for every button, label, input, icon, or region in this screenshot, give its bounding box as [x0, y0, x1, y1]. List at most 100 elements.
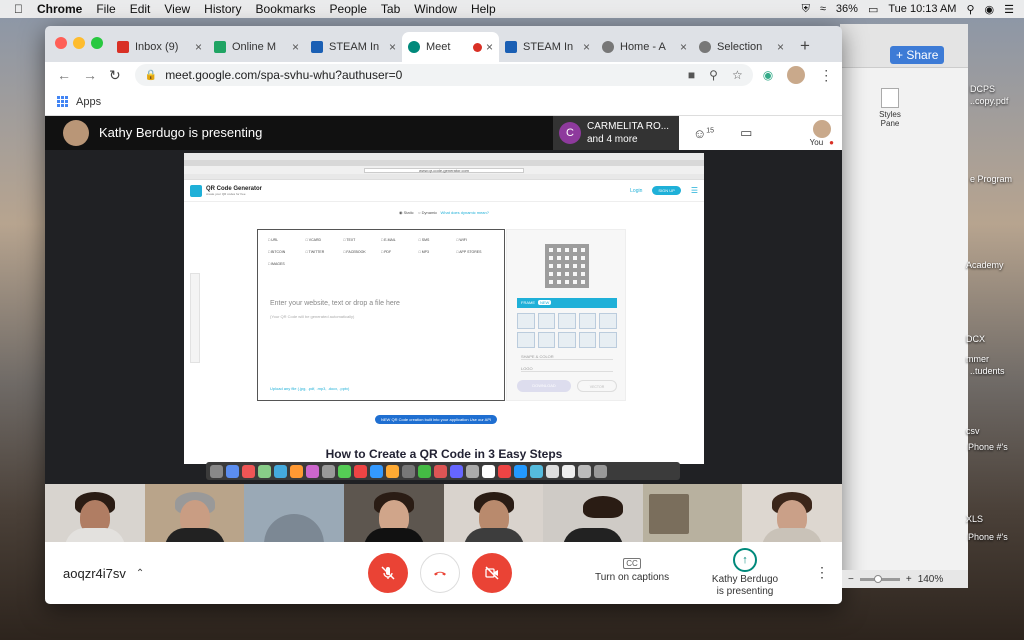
desktop-file-label[interactable]: e Program	[970, 174, 1012, 184]
menu-chrome[interactable]: Chrome	[37, 2, 82, 16]
qr-download-button: DOWNLOAD	[517, 380, 571, 392]
self-view[interactable]: You ●	[810, 119, 834, 147]
meeting-code[interactable]: aoqzr4i7sv	[63, 566, 126, 581]
tab-inbox[interactable]: Inbox (9) ×	[111, 32, 208, 62]
dock-app-icon	[242, 464, 255, 478]
desktop-file-label[interactable]: Academy	[966, 260, 1004, 270]
menu-people[interactable]: People	[330, 2, 367, 16]
menu-help[interactable]: Help	[471, 2, 496, 16]
participant-thumbnail[interactable]	[443, 484, 544, 542]
desktop-file-label[interactable]: mmer	[966, 354, 989, 364]
user-icon[interactable]: ◉	[985, 3, 995, 16]
participant-thumbnail[interactable]	[343, 484, 444, 542]
tab-meet[interactable]: Meet ×	[402, 32, 499, 62]
qr-input-panel: □ URL □ VCARD □ TEXT □ E-MAIL □ SMS □ WIFI □ B…	[257, 229, 505, 401]
styles-pane-button[interactable]: Styles Pane	[870, 88, 910, 128]
participant-thumbnail[interactable]	[144, 484, 245, 542]
desktop-file-label[interactable]: Phone #'s	[968, 442, 1008, 452]
chevron-up-icon[interactable]: ⌃	[136, 568, 144, 579]
qr-type-option: □ IMAGES	[268, 262, 285, 266]
browser-toolbar: ← → ↻ 🔒 meet.google.com/spa-svhu-whu?aut…	[45, 62, 842, 88]
close-tab-icon[interactable]: ×	[195, 40, 202, 54]
desktop-file-label[interactable]: csv	[966, 426, 980, 436]
menu-window[interactable]: Window	[414, 2, 457, 16]
qr-vector-button: VECTOR	[577, 380, 617, 392]
dock-app-icon	[370, 464, 383, 478]
participant-names: CARMELITA RO... and 4 more	[587, 121, 670, 145]
menu-bookmarks[interactable]: Bookmarks	[256, 2, 316, 16]
close-tab-icon[interactable]: ×	[389, 40, 396, 54]
back-arrow-icon[interactable]: ←	[57, 67, 71, 83]
tab-selection[interactable]: Selection ×	[693, 32, 790, 62]
new-tab-button[interactable]: +	[790, 36, 820, 62]
zoom-icon[interactable]: ⚲	[709, 68, 718, 82]
qr-type-option: □ E-MAIL	[381, 238, 396, 242]
qr-shape-color: SHAPE & COLOR	[521, 354, 613, 360]
tab-online[interactable]: Online M ×	[208, 32, 305, 62]
zoom-in-icon[interactable]: +	[906, 574, 912, 585]
close-tab-icon[interactable]: ×	[680, 40, 687, 54]
notification-center-icon[interactable]: ☰	[1004, 3, 1014, 16]
menu-edit[interactable]: Edit	[130, 2, 151, 16]
dock-app-icon	[386, 464, 399, 478]
more-options-icon[interactable]: ⋮	[819, 67, 833, 84]
tab-home[interactable]: Home - A ×	[596, 32, 693, 62]
captions-button[interactable]: CC Turn on captions	[595, 558, 669, 583]
shared-sidebar	[190, 273, 200, 363]
address-bar[interactable]: 🔒 meet.google.com/spa-svhu-whu?authuser=…	[134, 64, 753, 86]
menu-tab[interactable]: Tab	[381, 2, 400, 16]
forward-arrow-icon[interactable]: →	[83, 67, 97, 83]
menu-file[interactable]: File	[96, 2, 115, 16]
participant-thumbnail[interactable]	[543, 484, 643, 542]
qr-type-option: □ WIFI	[456, 238, 467, 242]
qr-input-placeholder: Enter your website, text or drop a file …	[270, 300, 400, 307]
battery-icon[interactable]: ▭	[868, 3, 878, 16]
desktop-file-label[interactable]: DCPS	[970, 84, 995, 94]
share-button[interactable]: + Share	[890, 46, 945, 64]
desktop-file-label[interactable]: DCX	[966, 334, 985, 344]
desktop-file-label[interactable]: XLS	[966, 514, 983, 524]
end-call-button[interactable]	[420, 553, 460, 593]
close-tab-icon[interactable]: ×	[486, 40, 493, 54]
shield-icon[interactable]: ⛨	[802, 3, 810, 16]
close-tab-icon[interactable]: ×	[292, 40, 299, 54]
more-options-icon[interactable]: ⋮	[815, 564, 829, 581]
chat-icon[interactable]: ▭	[740, 125, 752, 141]
menu-history[interactable]: History	[204, 2, 241, 16]
zoom-out-icon[interactable]: −	[848, 574, 854, 585]
close-tab-icon[interactable]: ×	[777, 40, 784, 54]
profile-avatar[interactable]	[787, 66, 806, 84]
desktop-file-label[interactable]: ..copy.pdf	[970, 96, 1008, 106]
zoom-slider[interactable]	[859, 574, 900, 583]
present-now-button[interactable]: ↑ Kathy Berdugo is presenting	[711, 548, 779, 598]
extension-icon[interactable]: ◉	[763, 68, 773, 82]
dock-app-icon	[322, 464, 335, 478]
camera-icon[interactable]: ■	[688, 68, 695, 82]
participant-thumbnail[interactable]	[642, 484, 743, 542]
dock-app-icon	[450, 464, 463, 478]
tab-steam-2[interactable]: STEAM In ×	[499, 32, 596, 62]
desktop-file-label[interactable]: Phone #'s	[968, 532, 1008, 542]
qr-preview-panel: FRAME NEW SHAPE & COLOR LOGO DOWNLOAD VEC…	[506, 229, 626, 401]
participant-thumbnail[interactable]	[742, 484, 842, 542]
tab-steam-1[interactable]: STEAM In ×	[305, 32, 402, 62]
participant-thumbnail[interactable]	[244, 484, 344, 542]
drive-icon	[214, 41, 226, 53]
camera-off-button[interactable]	[472, 553, 512, 593]
mic-off-button[interactable]	[368, 553, 408, 593]
clock[interactable]: Tue 10:13 AM	[888, 3, 956, 15]
search-icon[interactable]: ⚲	[966, 3, 974, 16]
menu-view[interactable]: View	[164, 2, 190, 16]
people-button[interactable]: ☺15	[693, 126, 714, 141]
apps-bookmark[interactable]: Apps	[76, 96, 101, 108]
qr-logo-icon	[190, 184, 202, 197]
star-icon[interactable]: ☆	[732, 68, 743, 82]
close-tab-icon[interactable]: ×	[583, 40, 590, 54]
dock-app-icon	[306, 464, 319, 478]
reload-icon[interactable]: ↻	[109, 67, 121, 84]
participant-thumbnail[interactable]	[45, 484, 145, 542]
apple-menu-icon[interactable]: 	[14, 2, 23, 16]
participant-box[interactable]: C CARMELITA RO... and 4 more	[553, 116, 679, 150]
desktop-file-label[interactable]: ..tudents	[970, 366, 1005, 376]
wifi-icon[interactable]: ≈	[820, 3, 826, 15]
